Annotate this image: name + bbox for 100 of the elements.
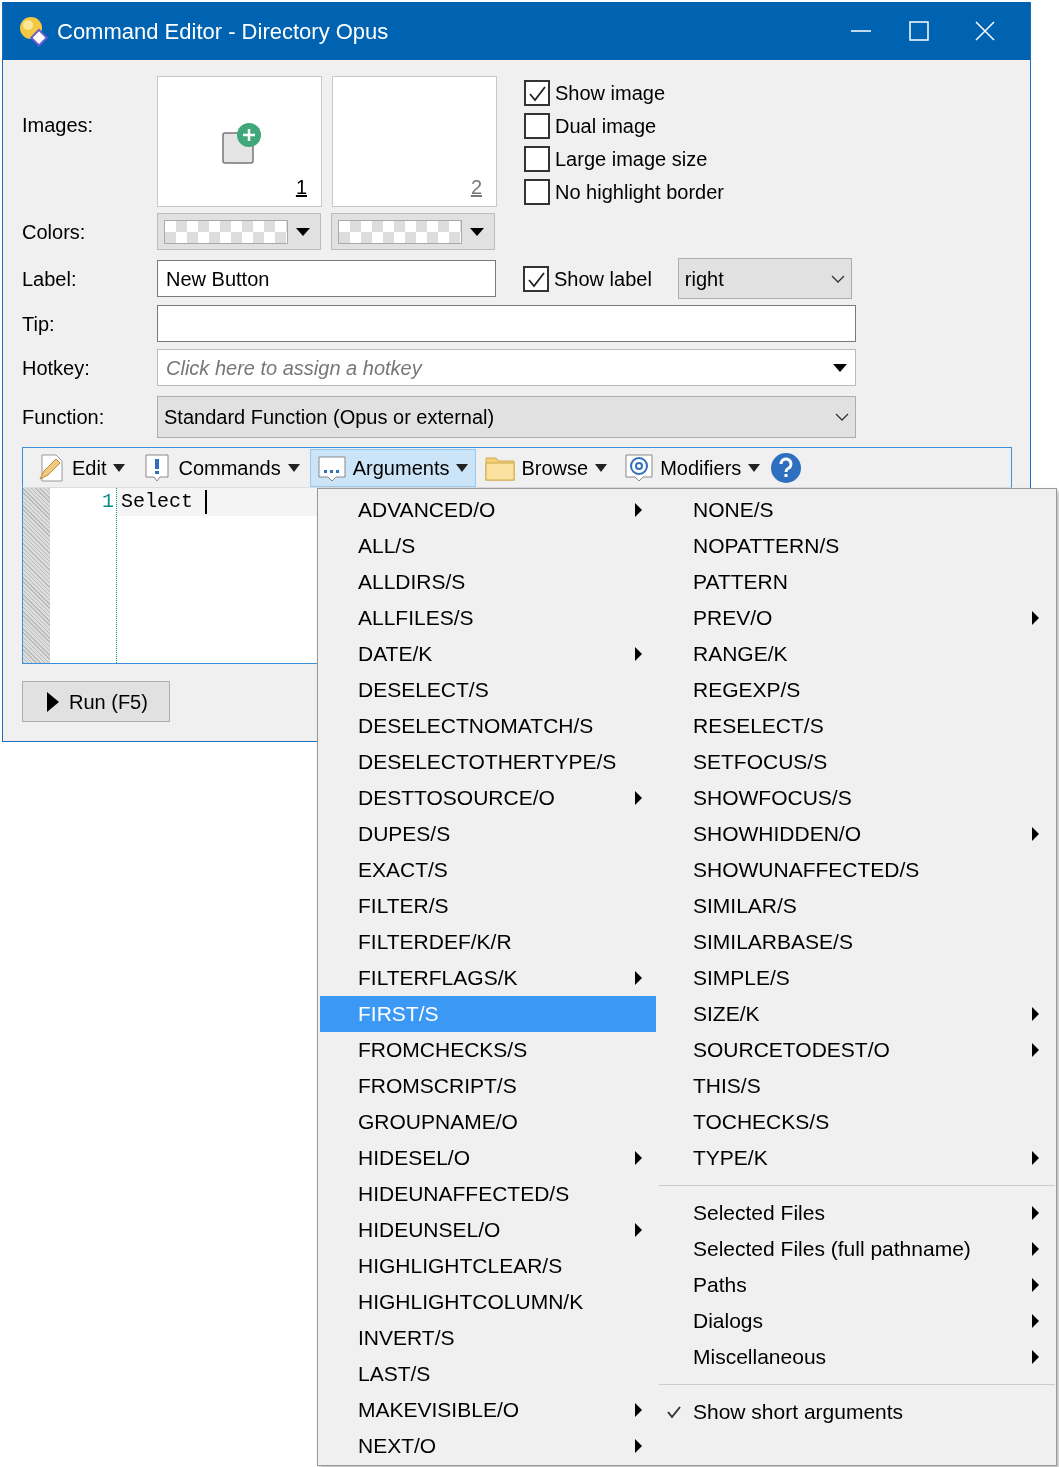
menu-item[interactable]: FILTER/S [320,888,656,924]
image-number: 2 [470,175,482,200]
option-checkbox[interactable] [524,112,550,139]
dropdown-arrow-icon [296,227,310,236]
toolbar-button[interactable]: Commands [135,448,308,487]
play-icon [47,691,59,712]
menu-item[interactable]: MAKEVISIBLE/O [320,1392,656,1428]
hotkey-field[interactable]: Click here to assign a hotkey [157,349,856,386]
menu-item[interactable]: DATE/K [320,636,656,672]
code-text: Select [121,489,194,515]
menu-item[interactable]: SHOWHIDDEN/O [659,816,1055,852]
menu-item[interactable]: FILTERDEF/K/R [320,924,656,960]
menu-item[interactable]: HIDESEL/O [320,1140,656,1176]
tip-field[interactable] [157,305,856,342]
menu-item[interactable]: HIGHLIGHTCLEAR/S [320,1248,656,1284]
line-number: 1 [101,489,114,515]
dropdown-arrow-icon [470,227,484,236]
caret-icon [112,462,127,473]
option-checkbox[interactable] [524,79,550,106]
menu-item[interactable]: DESTTOSOURCE/O [320,780,656,816]
menu-item[interactable]: REGEXP/S [659,672,1055,708]
function-dropdown[interactable]: Standard Function (Opus or external) [157,396,856,438]
option-checkbox[interactable] [524,145,550,172]
menu-item[interactable]: TOCHECKS/S [659,1104,1055,1140]
color-dropdown[interactable] [157,213,321,250]
caret-icon [455,462,470,473]
help-icon[interactable] [770,451,803,484]
menu-item[interactable]: RANGE/K [659,636,1055,672]
menu-item[interactable]: Selected Files (full pathname) [659,1231,1055,1267]
option-checkbox[interactable] [524,178,550,205]
show-label-checkbox[interactable] [523,265,549,292]
menu-item[interactable]: FILTERFLAGS/K [320,960,656,996]
menu-item[interactable]: Paths [659,1267,1055,1303]
menu-item[interactable]: DESELECT/S [320,672,656,708]
menu-item[interactable]: ADVANCED/O [320,492,656,528]
dropdown-arrow-icon [833,363,847,372]
menu-item[interactable]: SIMILAR/S [659,888,1055,924]
menu-item[interactable]: HIDEUNAFFECTED/S [320,1176,656,1212]
menu-item[interactable]: LAST/S [320,1356,656,1392]
image-slot[interactable]: 1 [157,76,322,207]
run-button[interactable]: Run (F5) [22,681,170,722]
menu-item[interactable]: ALL/S [320,528,656,564]
menu-item[interactable]: SIZE/K [659,996,1055,1032]
menu-item[interactable]: SHOWUNAFFECTED/S [659,852,1055,888]
menu-item[interactable]: EXACT/S [320,852,656,888]
image-number: 1 [295,175,307,200]
menu-item[interactable]: NONE/S [659,492,1055,528]
menu-item[interactable]: TYPE/K [659,1140,1055,1176]
menu-item[interactable]: SHOWFOCUS/S [659,780,1055,816]
field-label: Images: [22,113,95,138]
menu-item[interactable]: PREV/O [659,600,1055,636]
menu-item[interactable]: Dialogs [659,1303,1055,1339]
position-dropdown[interactable]: right [677,258,852,299]
menu-item[interactable]: NOPATTERN/S [659,528,1055,564]
menu-item[interactable]: DESELECTOTHERTYPE/S [320,744,656,780]
app-logo-icon [17,15,49,47]
chevron-down-icon [835,412,849,422]
field-label: Label: [22,266,78,292]
menu-item[interactable]: GROUPNAME/O [320,1104,656,1140]
option-label: Dual image [555,113,657,139]
toolbar-button[interactable]: Browse [478,448,616,487]
menu-item[interactable]: ALLDIRS/S [320,564,656,600]
option-label: Large image size [555,146,708,172]
toolbar-button[interactable]: Edit [29,448,134,487]
caret-icon [286,462,301,473]
menu-item[interactable]: Miscellaneous [659,1339,1055,1375]
close-icon [975,21,995,41]
caret-icon [747,462,762,473]
field-label: Tip: [22,311,56,337]
menu-item[interactable]: PATTERN [659,564,1055,600]
menu-item[interactable]: SIMILARBASE/S [659,924,1055,960]
menu-item[interactable]: HIGHLIGHTCOLUMN/K [320,1284,656,1320]
menu-item[interactable]: ALLFILES/S [320,600,656,636]
menu-item[interactable]: SIMPLE/S [659,960,1055,996]
menu-item[interactable]: DESELECTNOMATCH/S [320,708,656,744]
field-label: Colors: [22,219,87,245]
menu-item[interactable]: THIS/S [659,1068,1055,1104]
text-cursor [205,490,207,514]
label-field[interactable]: New Button [157,260,496,297]
menu-item[interactable]: RESELECT/S [659,708,1055,744]
menu-item[interactable]: DUPES/S [320,816,656,852]
show-label-label: Show label [554,266,652,292]
menu-item[interactable]: Show short arguments [659,1394,1055,1430]
menu-item[interactable]: FROMSCRIPT/S [320,1068,656,1104]
menu-item[interactable]: HIDEUNSEL/O [320,1212,656,1248]
menu-item[interactable]: INVERT/S [320,1320,656,1356]
chevron-down-icon [830,273,845,284]
toolbar-button[interactable]: Modifiers [617,448,769,487]
pencil-icon [36,452,66,483]
option-label: Show image [555,80,666,106]
minimize-icon [851,30,871,32]
field-label: Function: [22,405,106,430]
toolbar-button[interactable]: Arguments [309,448,477,487]
menu-item[interactable]: FROMCHECKS/S [320,1032,656,1068]
color-dropdown[interactable] [331,213,495,250]
menu-item[interactable]: SETFOCUS/S [659,744,1055,780]
menu-item[interactable]: SOURCETODEST/O [659,1032,1055,1068]
menu-item[interactable]: NEXT/O [320,1428,656,1464]
menu-item[interactable]: Selected Files [659,1195,1055,1231]
dropdown-value: right [684,266,724,292]
